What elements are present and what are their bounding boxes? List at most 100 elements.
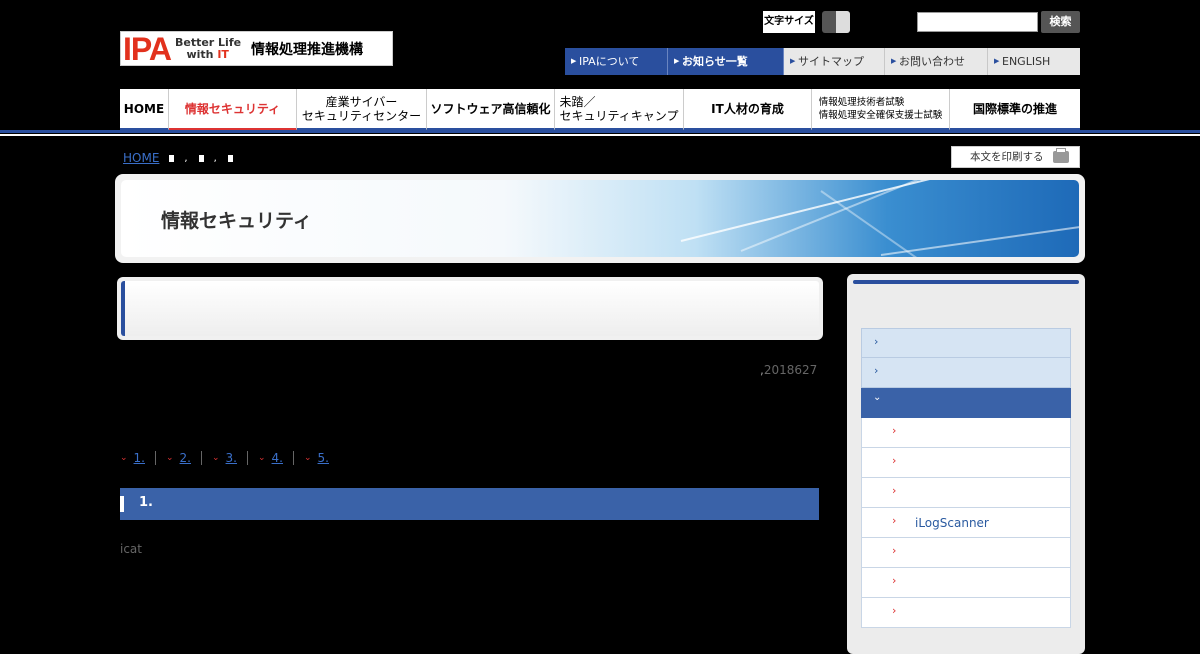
sidebar-subitem-ilogscanner[interactable]: › iLogScanner [861, 508, 1071, 538]
gnav-cyber-center[interactable]: 産業サイバー セキュリティセンター [297, 89, 427, 131]
toc-link[interactable]: 1. [134, 451, 145, 465]
search-button[interactable]: 検索 [1041, 11, 1080, 33]
section-heading: 1. [120, 488, 819, 520]
font-size-label: 文字サイズ [763, 11, 815, 33]
gnav-label-line1: 未踏／ [559, 94, 596, 109]
toc-link[interactable]: 4. [272, 451, 283, 465]
breadcrumb-item[interactable] [198, 154, 204, 162]
sidebar-subitem[interactable]: › [861, 448, 1071, 478]
toc-divider [155, 451, 156, 465]
table-of-contents: ⌄ 1. ⌄ 2. ⌄ 3. ⌄ 4. ⌄ 5. [120, 451, 329, 465]
banner-streak [740, 180, 1079, 252]
chevron-down-icon: ⌄ [873, 392, 882, 403]
gnav-label: 国際標準の推進 [972, 101, 1057, 116]
banner-image: 情報セキュリティ [121, 180, 1079, 257]
gnav-label: HOME [123, 101, 165, 116]
chevron-right-icon: › [874, 364, 879, 377]
gnav-label: 情報セキュリティ [184, 101, 281, 116]
gnav-label-line2: 情報処理安全確保支援士試験 [818, 109, 943, 121]
util-nav-news[interactable]: ▶ お知らせ一覧 [668, 48, 784, 75]
sidebar-item-open[interactable]: ⌄ [861, 388, 1071, 418]
util-nav-label: お知らせ一覧 [682, 55, 748, 68]
date-text: 2018627 [763, 363, 818, 377]
section-body: icat [120, 542, 142, 556]
sidebar-item-label: iLogScanner [915, 516, 989, 530]
toc-item[interactable]: ⌄ 3. [212, 451, 237, 465]
gnav-security[interactable]: 情報セキュリティ [169, 89, 297, 131]
gnav-exam[interactable]: 情報処理技術者試験 情報処理安全確保支援士試験 [812, 89, 950, 131]
chevron-down-icon: ⌄ [166, 453, 174, 463]
breadcrumb-separator: , [184, 152, 188, 164]
chevron-down-icon: ⌄ [120, 453, 128, 463]
logo-tagline: Better Life with IT [175, 36, 249, 61]
header-divider-light [0, 134, 1200, 136]
chevron-down-icon: ⌄ [212, 453, 220, 463]
article-date: ,2018627 [760, 363, 817, 377]
ipa-logo[interactable]: IPA Better Life with IT 情報処理推進機構 [120, 31, 393, 66]
sidebar-subitem[interactable]: › [861, 568, 1071, 598]
gnav-software[interactable]: ソフトウェア高信頼化 [427, 89, 555, 131]
breadcrumb-item[interactable] [169, 154, 175, 162]
toc-item[interactable]: ⌄ 2. [166, 451, 191, 465]
chevron-right-icon: › [892, 484, 897, 497]
search-input[interactable] [917, 12, 1038, 32]
chevron-right-icon: › [892, 544, 897, 557]
heading-accent-bar [120, 496, 124, 512]
logo-mark: IPA [123, 30, 172, 67]
util-nav-label: IPAについて [579, 55, 640, 68]
sidebar-subitem[interactable]: › [861, 538, 1071, 568]
toc-link[interactable]: 5. [318, 451, 329, 465]
font-size-large-button[interactable] [836, 11, 850, 33]
toc-link[interactable]: 2. [180, 451, 191, 465]
breadcrumb-home[interactable]: HOME [123, 151, 159, 165]
arrow-right-icon: ▶ [674, 57, 680, 65]
logo-tagline-with: with [186, 47, 218, 61]
global-nav: HOME 情報セキュリティ 産業サイバー セキュリティセンター ソフトウェア高信頼… [120, 89, 1080, 131]
sidebar-subitem[interactable]: › [861, 418, 1071, 448]
breadcrumb: HOME , , [123, 150, 242, 166]
toc-link[interactable]: 3. [226, 451, 237, 465]
logo-org-name: 情報処理推進機構 [250, 41, 363, 58]
util-nav-contact[interactable]: ▶ お問い合わせ [885, 48, 988, 75]
sidebar-subitem[interactable]: › [861, 478, 1071, 508]
toc-item[interactable]: ⌄ 4. [258, 451, 283, 465]
gnav-it-talent[interactable]: IT人材の育成 [684, 89, 812, 131]
gnav-home[interactable]: HOME [120, 89, 169, 131]
util-nav-english[interactable]: ▶ ENGLISH [988, 48, 1080, 75]
chevron-down-icon: ⌄ [258, 453, 266, 463]
sidebar-item[interactable]: › [861, 328, 1071, 358]
breadcrumb-separator: , [213, 152, 217, 164]
gnav-label-line2: セキュリティキャンプ [559, 108, 679, 123]
print-button[interactable]: 本文を印刷する [951, 146, 1080, 168]
arrow-right-icon: ▶ [571, 57, 577, 65]
toc-item[interactable]: ⌄ 1. [120, 451, 145, 465]
print-label: 本文を印刷する [970, 151, 1044, 163]
toc-item[interactable]: ⌄ 5. [304, 451, 329, 465]
util-nav-sitemap[interactable]: ▶ サイトマップ [784, 48, 885, 75]
gnav-label-line1: 産業サイバー [325, 94, 398, 109]
sidebar-item[interactable]: › [861, 358, 1071, 388]
chevron-right-icon: › [892, 514, 897, 527]
arrow-right-icon: ▶ [994, 57, 1000, 65]
gnav-mitou[interactable]: 未踏／ セキュリティキャンプ [555, 89, 684, 131]
gnav-standards[interactable]: 国際標準の推進 [950, 89, 1080, 131]
gnav-label: IT人材の育成 [711, 101, 784, 116]
breadcrumb-item [227, 154, 233, 162]
section-banner: 情報セキュリティ [115, 174, 1085, 263]
sidebar-subitem[interactable]: › [861, 598, 1071, 628]
banner-streak [880, 220, 1079, 256]
toc-divider [293, 451, 294, 465]
printer-icon [1053, 148, 1069, 163]
util-nav-label: お問い合わせ [899, 55, 965, 68]
util-nav-label: サイトマップ [798, 55, 864, 68]
gnav-label-line1: 情報処理技術者試験 [818, 96, 905, 108]
banner-title: 情報セキュリティ [161, 210, 312, 232]
gnav-label: ソフトウェア高信頼化 [430, 101, 551, 116]
util-nav-about[interactable]: ▶ IPAについて [565, 48, 668, 75]
arrow-right-icon: ▶ [790, 57, 796, 65]
chevron-right-icon: › [892, 604, 897, 617]
util-nav-label: ENGLISH [1002, 55, 1051, 68]
gnav-label: 情報処理技術者試験 情報処理安全確保支援士試験 [819, 96, 943, 122]
font-size-toggle[interactable] [822, 11, 850, 33]
chevron-right-icon: › [874, 335, 879, 348]
